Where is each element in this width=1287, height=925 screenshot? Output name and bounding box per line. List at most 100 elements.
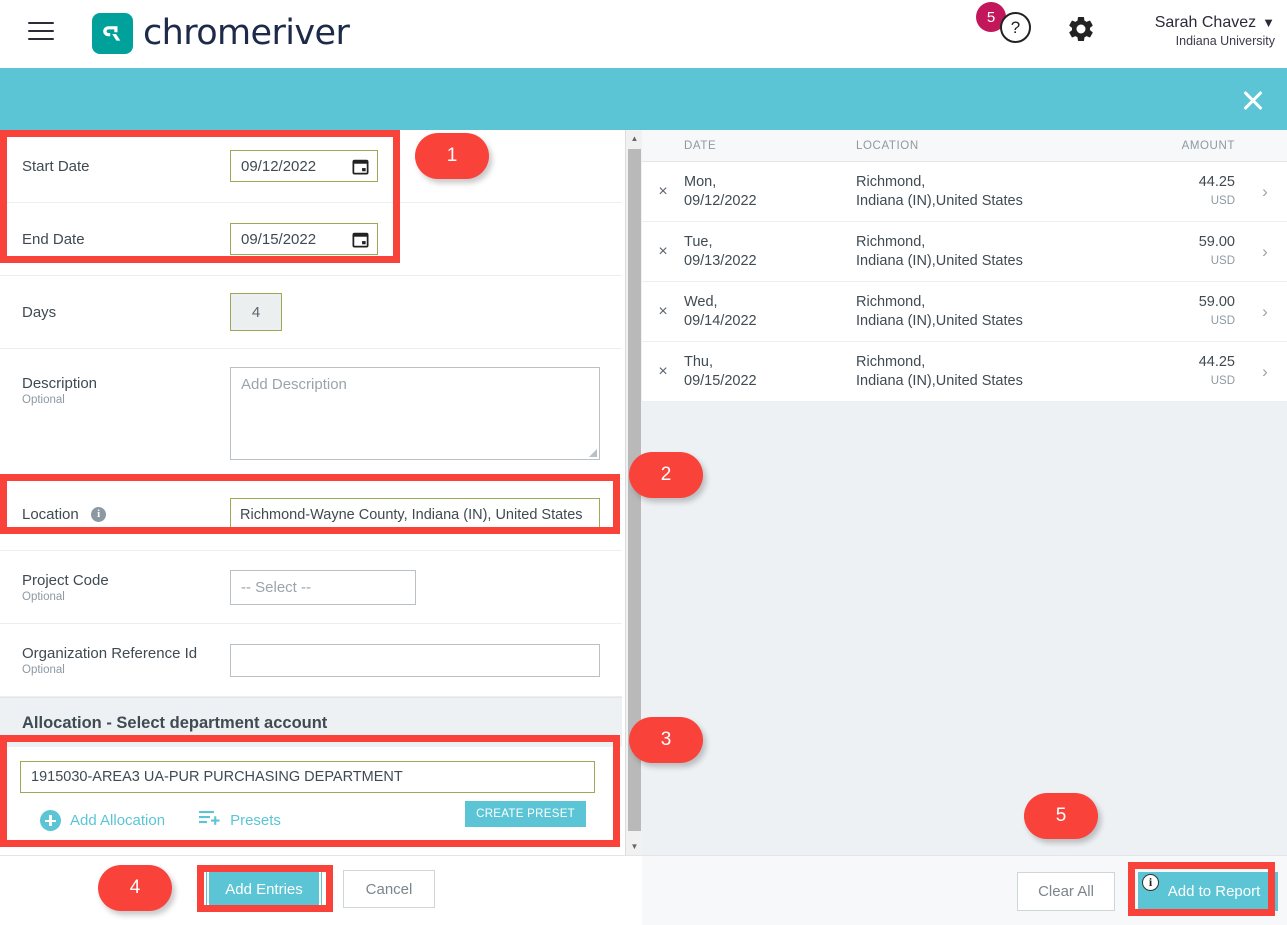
row-currency: USD — [1210, 374, 1235, 387]
org-ref-id-label-group: Organization Reference Id Optional — [22, 645, 230, 676]
clear-all-button[interactable]: Clear All — [1017, 872, 1115, 911]
row-amount: 59.00 USD — [1098, 293, 1243, 331]
row-day: Wed, — [684, 293, 718, 310]
table-row[interactable]: × Thu, 09/15/2022 Richmond, Indiana (IN),Uni… — [642, 342, 1287, 402]
user-organization: Indiana University — [1175, 34, 1275, 48]
org-ref-id-optional-label: Optional — [22, 663, 65, 676]
table-row[interactable]: × Wed, 09/14/2022 Richmond, Indiana (IN),Uni… — [642, 282, 1287, 342]
calendar-icon[interactable] — [351, 230, 370, 254]
project-code-value: -- Select -- — [241, 578, 312, 596]
user-name: Sarah Chavez ▼ — [1110, 14, 1275, 32]
callout-bubble-4: 4 — [98, 865, 172, 911]
row-amount: 59.00 USD — [1098, 233, 1243, 271]
org-ref-id-input[interactable] — [230, 643, 600, 677]
days-label-group: Days — [22, 304, 230, 321]
row-date: Mon, 09/12/2022 — [684, 173, 856, 211]
end-date-value: 09/15/2022 — [241, 230, 317, 248]
close-icon[interactable] — [1239, 86, 1267, 114]
add-allocation-link[interactable]: Add Allocation — [70, 812, 165, 829]
callout-bubble-3: 3 — [629, 717, 703, 763]
description-textarea[interactable]: Add Description — [230, 367, 600, 460]
start-date-label-group: Start Date — [22, 158, 230, 175]
table-row[interactable]: × Tue, 09/13/2022 Richmond, Indiana (IN),Uni… — [642, 222, 1287, 282]
location-label-group: Location i — [22, 506, 230, 524]
user-menu[interactable]: Sarah Chavez ▼ Indiana University — [1110, 14, 1275, 48]
cancel-button[interactable]: Cancel — [343, 870, 435, 908]
entry-form-panel: Start Date 09/12/2022 End Date 09/15/202… — [0, 130, 622, 855]
row-region: Indiana (IN),United States — [856, 372, 1023, 389]
chevron-right-icon[interactable]: › — [1243, 302, 1287, 322]
row-location: Richmond, Indiana (IN),United States — [856, 293, 1098, 331]
entries-list-panel: DATE LOCATION AMOUNT × Mon, 09/12/2022 Rich… — [642, 130, 1287, 855]
table-header-amount: AMOUNT — [1181, 139, 1235, 152]
allocation-actions: Add Allocation Presets CREATE PRESET — [20, 793, 602, 832]
form-row-project-code: Project Code Optional -- Select -- — [0, 551, 622, 624]
brand-name: chromeriver — [143, 13, 350, 53]
location-value: Richmond-Wayne County, Indiana (IN), Uni… — [240, 506, 583, 523]
project-code-optional-label: Optional — [22, 590, 65, 603]
user-name-text: Sarah Chavez — [1154, 14, 1257, 31]
chevron-right-icon[interactable]: › — [1243, 242, 1287, 262]
scroll-down-arrow-icon[interactable]: ▼ — [626, 838, 643, 855]
row-day: Mon, — [684, 173, 717, 190]
row-city: Richmond, — [856, 353, 926, 370]
presets-link[interactable]: Presets — [230, 812, 281, 829]
description-optional-label: Optional — [22, 394, 65, 406]
row-location: Richmond, Indiana (IN),United States — [856, 353, 1098, 391]
row-currency: USD — [1210, 194, 1235, 207]
entries-footer: Clear All Add to Report i — [642, 855, 1287, 925]
remove-row-icon[interactable]: × — [642, 183, 684, 201]
days-label: Days — [22, 303, 57, 321]
row-location: Richmond, Indiana (IN),United States — [856, 173, 1098, 211]
project-code-select[interactable]: -- Select -- — [230, 569, 416, 605]
end-date-input[interactable]: 09/15/2022 — [230, 223, 378, 255]
remove-row-icon[interactable]: × — [642, 243, 684, 261]
remove-row-icon[interactable]: × — [642, 363, 684, 381]
row-amount: 44.25 USD — [1098, 173, 1243, 211]
info-icon[interactable]: i — [91, 506, 107, 522]
callout-bubble-1: 1 — [415, 133, 489, 179]
form-row-days: Days 4 — [0, 276, 622, 349]
scroll-up-arrow-icon[interactable]: ▲ — [626, 130, 643, 147]
add-to-report-button[interactable]: Add to Report — [1138, 872, 1278, 911]
brand-logo[interactable]: chromeriver — [92, 13, 350, 54]
help-icon[interactable]: ? — [1000, 12, 1031, 43]
allocation-heading: Allocation - Select department account — [0, 697, 622, 747]
gear-icon[interactable] — [1066, 14, 1096, 44]
chevron-right-icon[interactable]: › — [1243, 182, 1287, 202]
row-location: Richmond, Indiana (IN),United States — [856, 233, 1098, 271]
start-date-input[interactable]: 09/12/2022 — [230, 150, 378, 182]
row-date-value: 09/15/2022 — [684, 372, 757, 389]
chevron-right-icon[interactable]: › — [1243, 362, 1287, 382]
presets-icon[interactable] — [199, 809, 221, 832]
row-date: Thu, 09/15/2022 — [684, 353, 856, 391]
table-row[interactable]: × Mon, 09/12/2022 Richmond, Indiana (IN),Uni… — [642, 162, 1287, 222]
info-icon[interactable]: i — [1142, 874, 1159, 891]
calendar-icon[interactable] — [351, 157, 370, 181]
chromeriver-mark-icon — [92, 13, 133, 54]
row-currency: USD — [1210, 254, 1235, 267]
row-city: Richmond, — [856, 293, 926, 310]
plus-circle-icon[interactable] — [40, 810, 61, 831]
allocation-body: 1915030-AREA3 UA-PUR PURCHASING DEPARTME… — [0, 747, 622, 832]
add-entries-button[interactable]: Add Entries — [206, 869, 322, 909]
form-row-end-date: End Date 09/15/2022 — [0, 203, 622, 276]
hamburger-line — [28, 30, 54, 32]
row-date: Tue, 09/13/2022 — [684, 233, 856, 271]
form-row-org-ref-id: Organization Reference Id Optional — [0, 624, 622, 697]
row-date-value: 09/14/2022 — [684, 312, 757, 329]
app-root: chromeriver 5 ? Sarah Chavez ▼ Indiana Un… — [0, 0, 1287, 925]
row-currency: USD — [1210, 314, 1235, 327]
row-city: Richmond, — [856, 233, 926, 250]
location-input[interactable]: Richmond-Wayne County, Indiana (IN), Uni… — [230, 498, 600, 531]
hamburger-menu-icon[interactable] — [28, 22, 54, 44]
table-header-location: LOCATION — [856, 139, 919, 152]
row-amount-value: 44.25 — [1198, 173, 1235, 190]
allocation-input[interactable]: 1915030-AREA3 UA-PUR PURCHASING DEPARTME… — [20, 761, 595, 793]
remove-row-icon[interactable]: × — [642, 303, 684, 321]
create-preset-button[interactable]: CREATE PRESET — [465, 801, 586, 827]
table-body: × Mon, 09/12/2022 Richmond, Indiana (IN),Uni… — [642, 162, 1287, 402]
row-day: Thu, — [684, 353, 714, 370]
project-code-label-group: Project Code Optional — [22, 572, 230, 603]
form-row-description: Description Optional Add Description — [0, 349, 622, 479]
